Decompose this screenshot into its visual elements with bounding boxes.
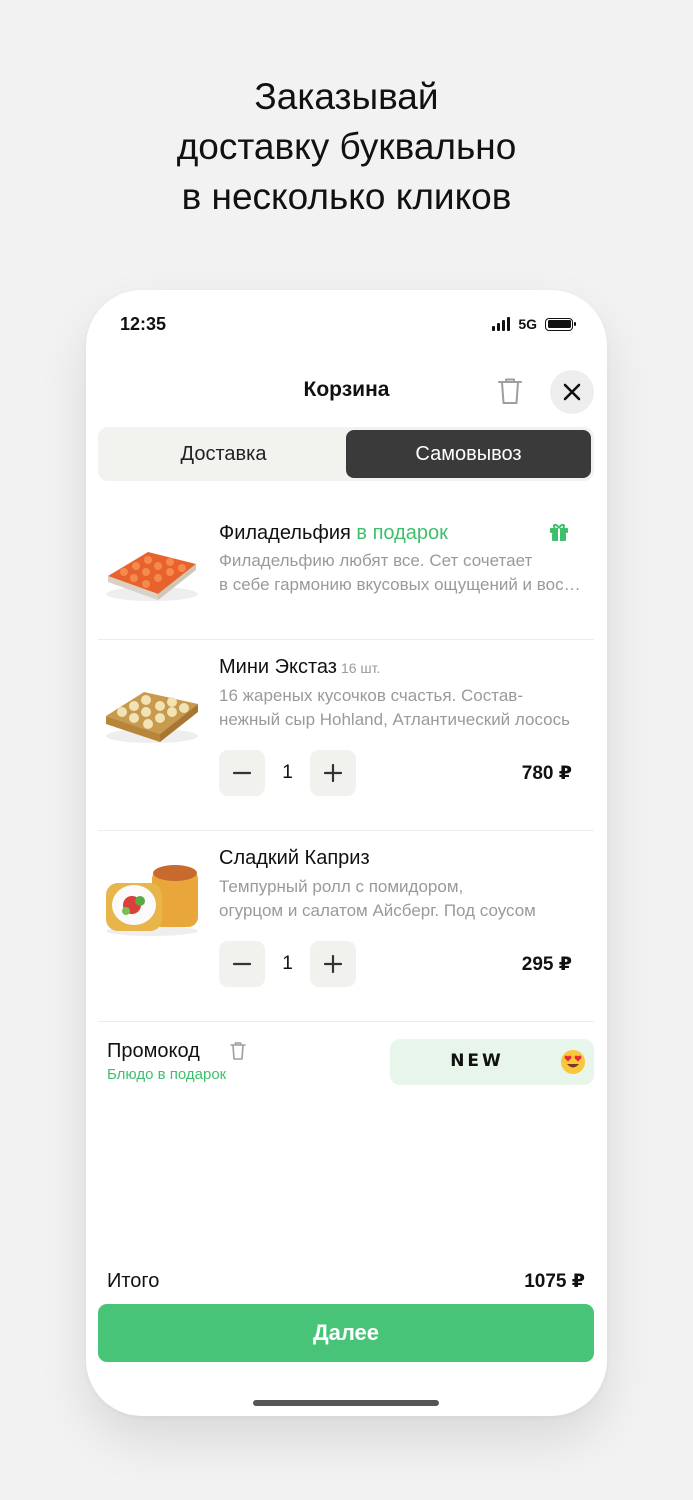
- item-title: Филадельфия в подарок: [219, 522, 448, 545]
- gift-icon: [550, 524, 568, 541]
- delivery-mode-switch: Доставка Самовывоз: [98, 427, 594, 481]
- close-button[interactable]: [550, 370, 594, 414]
- minus-icon: [233, 962, 251, 966]
- promo-trash-icon[interactable]: [229, 1041, 247, 1061]
- divider: [98, 830, 594, 831]
- phone-frame: 12:35 5G Корзина Доставка Самовывоз Фила…: [86, 290, 607, 1416]
- quantity-value: 1: [282, 953, 293, 974]
- tab-delivery[interactable]: Доставка: [101, 430, 346, 478]
- network-label: 5G: [518, 316, 537, 332]
- item-description: Филадельфию любят все. Сет сочетает в се…: [219, 549, 584, 597]
- tab-pickup[interactable]: Самовывоз: [346, 430, 591, 478]
- next-button[interactable]: Далее: [98, 1304, 594, 1362]
- item-title: Сладкий Каприз: [219, 847, 370, 869]
- divider: [98, 1021, 594, 1022]
- philadelphia-image: [106, 552, 198, 601]
- sladkiy-kapriz-image: [106, 865, 198, 936]
- decrease-button[interactable]: [219, 941, 265, 987]
- promo-label: Промокод: [107, 1040, 200, 1062]
- minus-icon: [233, 771, 251, 775]
- quantity-stepper: 1: [219, 941, 356, 987]
- item-desc-line-2: нежный сыр Hohland, Атлантический лосось: [219, 710, 570, 729]
- item-price: 780 ₽: [521, 763, 572, 784]
- item-price: 295 ₽: [521, 954, 572, 975]
- headline-line-2: доставку буквально: [176, 126, 517, 167]
- plus-icon: [324, 955, 342, 973]
- item-description: Темпурный ролл с помидором, огурцом и са…: [219, 875, 584, 923]
- increase-button[interactable]: [310, 750, 356, 796]
- status-bar-right: 5G: [492, 316, 576, 332]
- promo-code-field[interactable]: NEW: [390, 1039, 594, 1085]
- decrease-button[interactable]: [219, 750, 265, 796]
- total-value: 1075 ₽: [524, 1271, 585, 1292]
- item-desc-line-2: в себе гармонию вкусовых ощущений и вост…: [219, 575, 584, 594]
- item-desc-line-1: 16 жареных кусочков счастья. Состав-: [219, 686, 523, 705]
- total-label: Итого: [107, 1270, 160, 1292]
- quantity-stepper: 1: [219, 750, 356, 796]
- signal-icon: [492, 317, 511, 331]
- promo-headline: Заказывай доставку буквально в несколько…: [0, 72, 693, 222]
- close-icon: [563, 383, 581, 401]
- heart-eyes-emoji-icon: [561, 1050, 585, 1074]
- item-title-text: Мини Экстаз: [219, 656, 337, 678]
- quantity-value: 1: [282, 762, 293, 783]
- status-time: 12:35: [120, 314, 167, 334]
- page-title: Корзина: [303, 378, 390, 401]
- home-indicator: [253, 1400, 439, 1406]
- item-title: Мини Экстаз 16 шт.: [219, 656, 380, 679]
- increase-button[interactable]: [310, 941, 356, 987]
- promo-code-value: NEW: [450, 1051, 504, 1071]
- headline-line-1: Заказывай: [254, 76, 439, 117]
- headline-line-3: в несколько кликов: [181, 176, 512, 217]
- item-desc-line-1: Темпурный ролл с помидором,: [219, 877, 464, 896]
- item-desc-line-1: Филадельфию любят все. Сет сочетает: [219, 551, 533, 570]
- battery-icon: [545, 317, 576, 331]
- item-count: 16 шт.: [340, 660, 381, 676]
- mini-ekstaz-image: [106, 692, 198, 743]
- divider: [98, 639, 594, 640]
- promo-subtitle: Блюдо в подарок: [107, 1066, 227, 1083]
- item-desc-line-2: огурцом и салатом Айсберг. Под соусом: [219, 901, 536, 920]
- item-description: 16 жареных кусочков счастья. Состав- неж…: [219, 684, 584, 732]
- gift-label: в подарок: [356, 522, 448, 544]
- plus-icon: [324, 764, 342, 782]
- trash-icon[interactable]: [496, 376, 524, 406]
- item-title-text: Филадельфия: [219, 522, 351, 544]
